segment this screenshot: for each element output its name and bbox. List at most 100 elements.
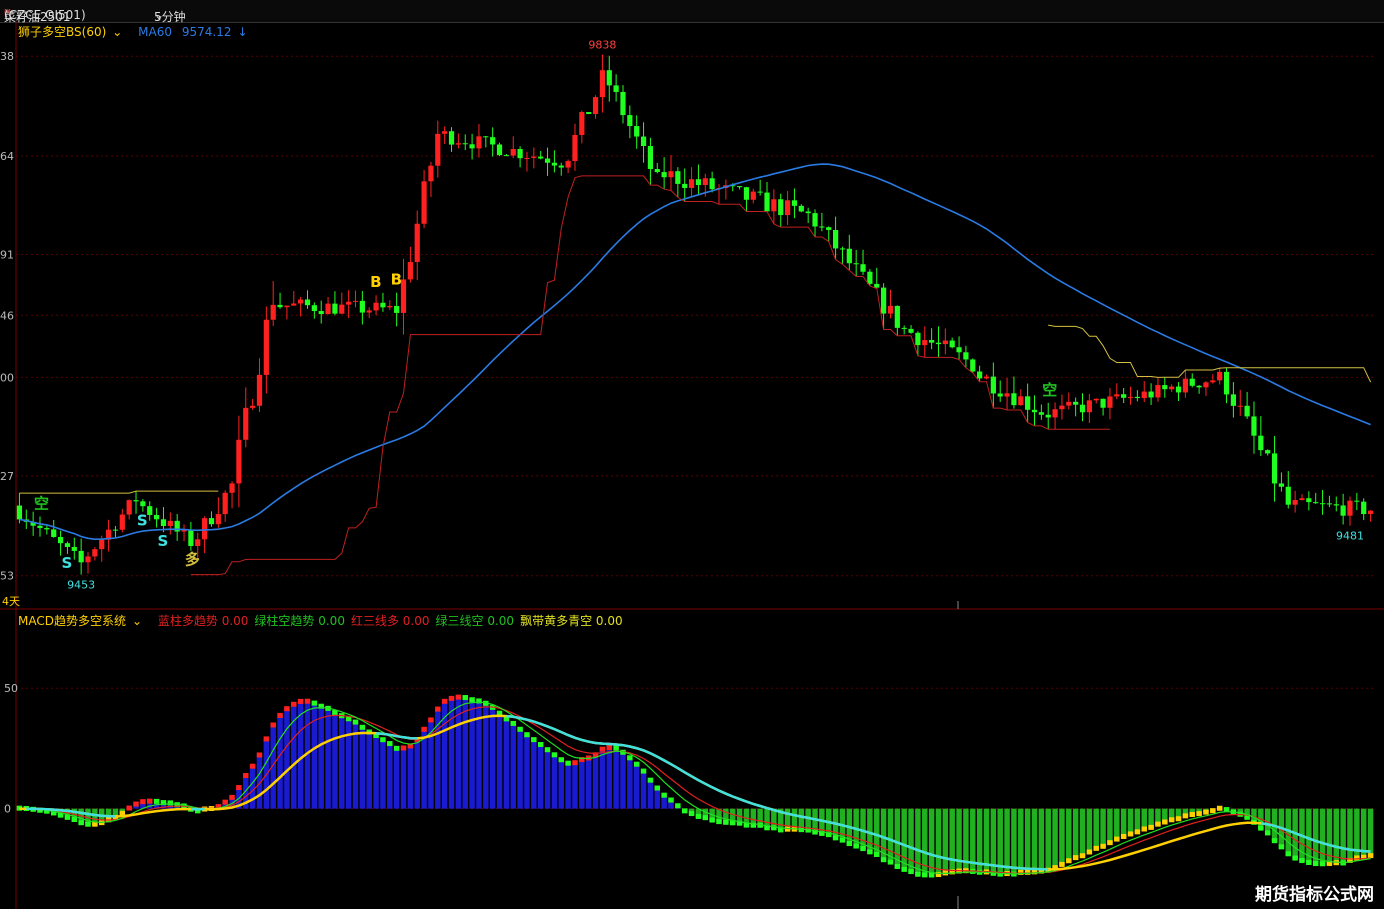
candle-body — [867, 271, 873, 284]
candle-body — [119, 514, 125, 530]
signal-label: 多 — [185, 551, 200, 569]
signal-label: S — [157, 532, 168, 550]
macd-marker — [537, 742, 544, 748]
macd-marker — [709, 817, 715, 823]
macd-bar — [983, 808, 990, 873]
macd-bar — [503, 719, 510, 809]
macd-marker — [387, 741, 393, 747]
candle-body — [462, 143, 468, 145]
candle-body — [661, 172, 667, 178]
macd-bar — [537, 745, 544, 809]
candle-body — [250, 405, 256, 408]
macd-marker — [688, 811, 695, 817]
macd-bar — [1141, 808, 1147, 830]
candle-body — [1066, 401, 1072, 406]
candle-body — [428, 165, 434, 182]
macd-marker — [654, 785, 661, 791]
macd-bar — [1120, 808, 1127, 837]
candle-body — [153, 514, 160, 520]
macd-marker — [1107, 840, 1113, 846]
candle-body — [1292, 500, 1298, 505]
candle-body — [1230, 394, 1237, 406]
candle-body — [298, 299, 304, 304]
candle-body — [1333, 504, 1339, 506]
candle-body — [1059, 405, 1065, 410]
macd-marker — [1258, 825, 1264, 831]
macd-bar — [565, 763, 571, 809]
price-chart[interactable]: 38649146002753SSS多B B空空9838945394814天500 — [0, 0, 1384, 909]
candle-body — [496, 144, 503, 156]
candle-body — [71, 546, 77, 551]
candle-body — [195, 539, 201, 547]
candle-body — [551, 162, 558, 166]
candle-body — [970, 359, 976, 372]
macd-marker — [524, 732, 530, 738]
macd-marker — [572, 760, 578, 766]
macd-marker — [1264, 830, 1271, 836]
resistance-line — [1048, 324, 1372, 383]
candle-body — [874, 283, 880, 288]
candle-body — [949, 340, 955, 348]
macd-bar — [579, 760, 585, 809]
macd-bar — [1340, 808, 1346, 864]
macd-bar — [489, 707, 496, 809]
macd-bar — [366, 732, 372, 809]
candle-body — [448, 131, 455, 145]
macd-bar — [1333, 808, 1340, 864]
macd-marker — [236, 785, 242, 791]
candle-body — [565, 161, 571, 168]
candle-body — [1367, 510, 1374, 515]
macd-marker — [874, 851, 880, 857]
candle-body — [133, 500, 139, 502]
candle-body — [1162, 385, 1168, 390]
macd-bar — [1347, 808, 1353, 861]
candle-body — [997, 393, 1003, 397]
candle-body — [339, 304, 345, 314]
candle-body — [572, 134, 578, 162]
candle-body — [586, 112, 592, 115]
macd-bar — [1066, 808, 1072, 862]
candle-body — [1018, 396, 1024, 406]
macd-bar — [297, 701, 304, 809]
macd-bar — [1127, 808, 1134, 835]
candle-body — [263, 319, 269, 375]
candle-body — [771, 199, 777, 212]
candle-body — [736, 186, 743, 188]
macd-bar — [496, 713, 503, 809]
macd-marker — [435, 706, 441, 712]
candle-body — [819, 226, 825, 228]
macd-bar — [997, 808, 1003, 875]
macd-bar — [1011, 808, 1017, 875]
macd-marker — [599, 746, 606, 752]
macd-marker — [304, 698, 311, 704]
macd-marker — [1306, 860, 1312, 866]
macd-bar — [1086, 808, 1093, 853]
candle-body — [469, 144, 475, 149]
macd-marker — [1175, 816, 1182, 822]
candle-body — [503, 155, 509, 157]
macd-marker — [297, 698, 304, 704]
macd-marker — [517, 726, 523, 732]
candle-body — [599, 70, 606, 98]
macd-bar — [325, 708, 331, 809]
macd-marker — [1127, 831, 1134, 837]
candle-body — [620, 91, 626, 116]
candle-body — [990, 376, 996, 394]
macd-marker — [1196, 811, 1202, 817]
candle-body — [832, 229, 839, 249]
macd-bar — [483, 703, 489, 809]
candle-body — [140, 501, 146, 507]
macd-marker — [140, 799, 146, 805]
candle-body — [366, 310, 372, 313]
candle-body — [743, 187, 750, 200]
candle-body — [1319, 503, 1326, 505]
candle-body — [846, 248, 852, 264]
macd-bar — [1059, 808, 1065, 865]
candle-body — [16, 505, 23, 520]
macd-bar — [531, 740, 537, 809]
candle-body — [332, 303, 338, 314]
candle-body — [750, 191, 756, 200]
macd-marker — [1299, 858, 1305, 864]
macd-bar — [421, 729, 427, 809]
macd-marker — [229, 794, 235, 800]
